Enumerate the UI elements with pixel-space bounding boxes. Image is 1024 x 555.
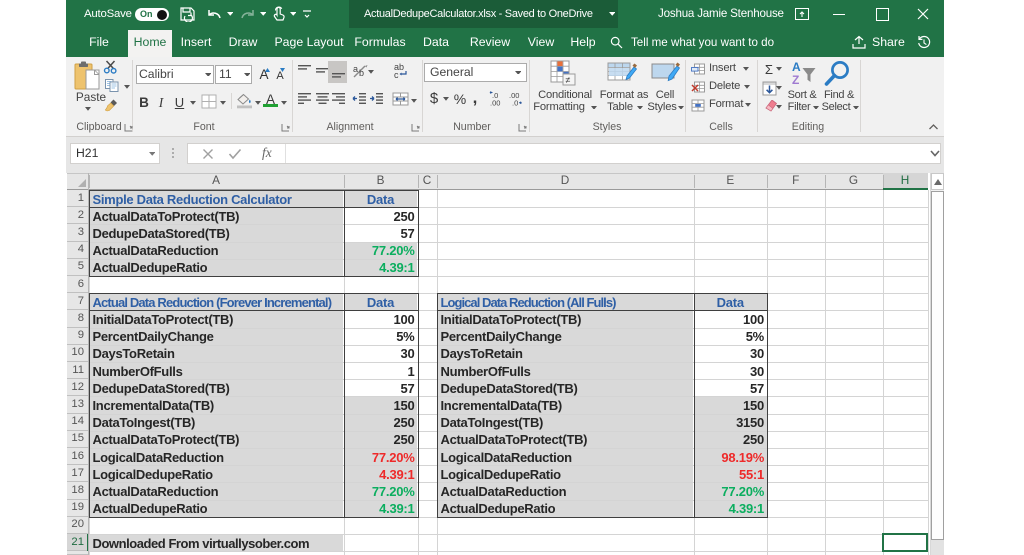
- svg-text:Z: Z: [792, 73, 799, 87]
- svg-text:b: b: [359, 68, 364, 78]
- svg-text:A: A: [792, 60, 801, 74]
- svg-text:.00: .00: [490, 99, 500, 108]
- svg-text:.0: .0: [512, 99, 518, 108]
- svg-text:≠: ≠: [566, 75, 571, 85]
- svg-text:a: a: [353, 64, 358, 74]
- svg-text:c: c: [394, 70, 399, 80]
